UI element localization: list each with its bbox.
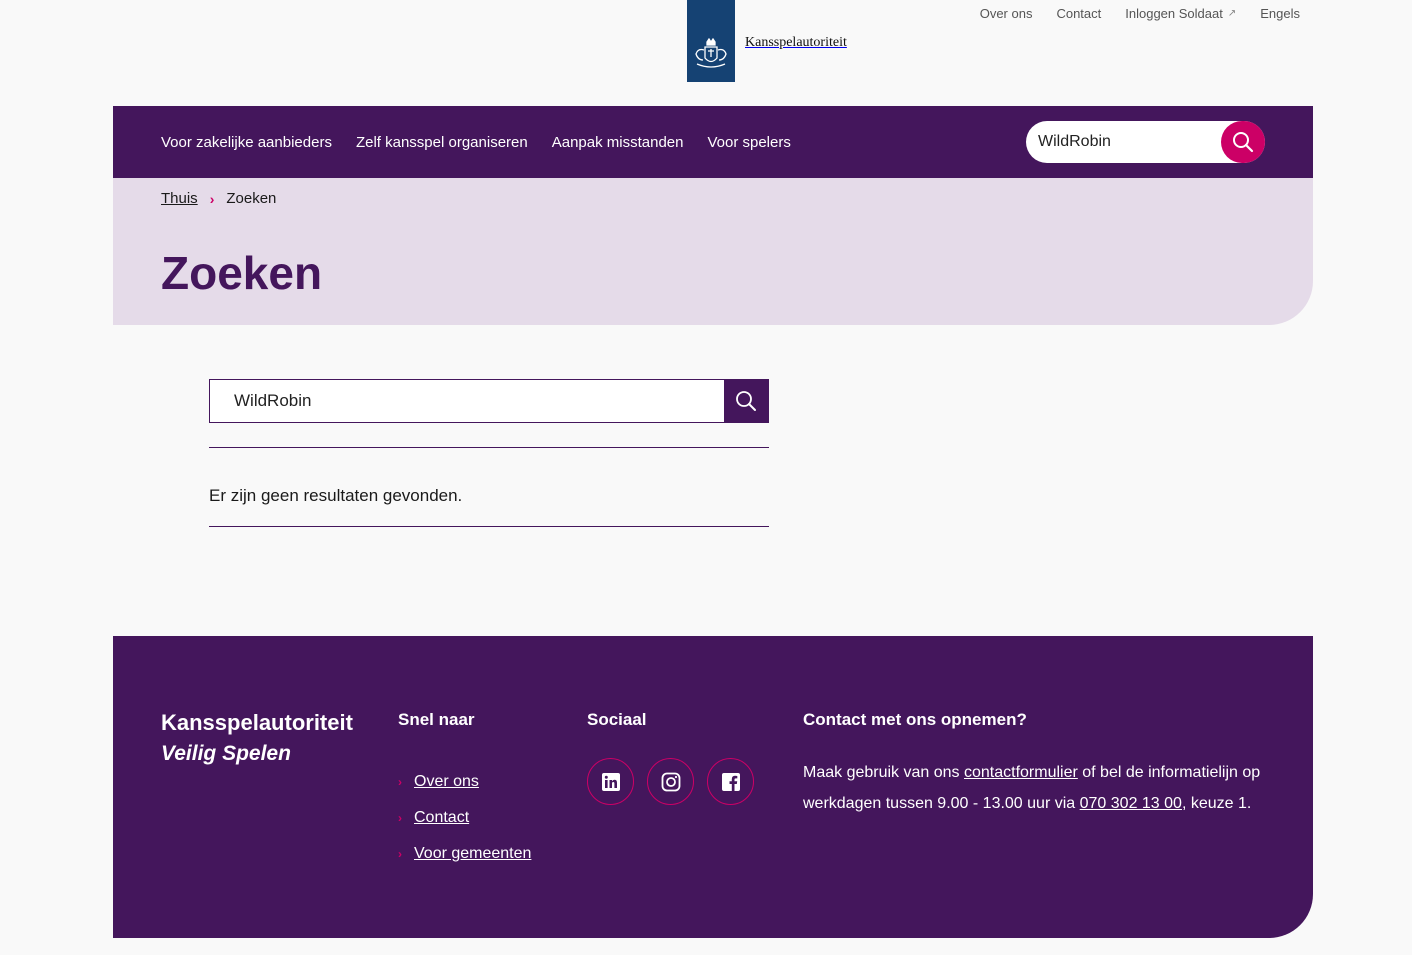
list-item: › Voor gemeenten: [398, 836, 531, 872]
logo-wordmark: Kansspelautoriteit: [745, 35, 847, 50]
footer-brand-name: Kansspelautoriteit: [161, 710, 353, 735]
utility-link-engels[interactable]: Engels: [1260, 6, 1300, 21]
nav-item-aanpak-misstanden[interactable]: Aanpak misstanden: [552, 134, 684, 151]
search-icon: [1233, 132, 1254, 153]
site-footer: Kansspelautoriteit Veilig Spelen Snel na…: [113, 636, 1313, 938]
utility-link-inloggen-soldaat[interactable]: Inloggen Soldaat ↗: [1125, 6, 1236, 21]
facebook-icon: [721, 772, 740, 791]
linkedin-icon: [601, 772, 620, 791]
nav-item-zakelijke-aanbieders[interactable]: Voor zakelijke aanbieders: [161, 134, 332, 151]
breadcrumb-current: Zoeken: [226, 190, 277, 207]
external-link-icon: ↗: [1227, 8, 1237, 19]
footer-brand: Kansspelautoriteit Veilig Spelen: [161, 710, 353, 766]
utility-link-over-ons[interactable]: Over ons: [980, 6, 1033, 21]
header-search-input[interactable]: [1026, 133, 1216, 151]
breadcrumb-home[interactable]: Thuis: [161, 190, 198, 207]
search-submit-button[interactable]: [724, 380, 768, 422]
page-hero: Thuis › Zoeken Zoeken: [113, 178, 1313, 325]
utility-link-contact[interactable]: Contact: [1056, 6, 1101, 21]
social-facebook-button[interactable]: [707, 758, 754, 805]
chevron-right-icon: ›: [398, 847, 402, 861]
footer-link-contact[interactable]: Contact: [414, 809, 469, 827]
chevron-right-icon: ›: [398, 811, 402, 825]
footer-contact-heading: Contact met ons opnemen?: [803, 710, 1027, 729]
site-logo[interactable]: Kansspelautoriteit: [687, 0, 847, 82]
instagram-icon: [661, 772, 680, 791]
footer-link-over-ons[interactable]: Over ons: [414, 773, 479, 791]
contact-text-pre: Maak gebruik van ons: [803, 764, 964, 781]
chevron-right-icon: ›: [209, 190, 215, 207]
footer-contact-text: Maak gebruik van ons contactformulier of…: [803, 758, 1273, 819]
social-linkedin-button[interactable]: [587, 758, 634, 805]
list-item: › Over ons: [398, 764, 531, 800]
footer-social-heading: Sociaal: [587, 710, 647, 729]
contact-form-link[interactable]: contactformulier: [964, 764, 1078, 781]
search-form: [209, 379, 769, 423]
search-icon: [736, 391, 756, 411]
footer-link-voor-gemeenten[interactable]: Voor gemeenten: [414, 845, 531, 863]
coat-of-arms-icon: [687, 0, 735, 82]
contact-phone-link[interactable]: 070 302 13 00: [1080, 795, 1182, 812]
chevron-right-icon: ›: [398, 775, 402, 789]
header-search: [1026, 121, 1265, 163]
footer-quick-heading: Snel naar: [398, 710, 475, 729]
results-divider-bottom: [209, 526, 769, 527]
footer-quick-links: › Over ons › Contact › Voor gemeenten: [398, 764, 531, 872]
page-title: Zoeken: [161, 247, 323, 299]
nav-item-zelf-kansspel[interactable]: Zelf kansspel organiseren: [356, 134, 528, 151]
no-results-message: Er zijn geen resultaten gevonden.: [209, 486, 463, 505]
search-input[interactable]: [210, 380, 724, 422]
utility-link-inloggen-label: Inloggen Soldaat: [1125, 6, 1223, 21]
breadcrumb: Thuis › Zoeken: [161, 190, 276, 207]
list-item: › Contact: [398, 800, 531, 836]
footer-brand-tagline: Veilig Spelen: [161, 742, 291, 765]
contact-text-post: , keuze 1.: [1181, 794, 1252, 812]
social-links: [587, 758, 754, 805]
main-nav: Voor zakelijke aanbieders Zelf kansspel …: [113, 106, 1313, 178]
utility-nav: Over ons Contact Inloggen Soldaat ↗ Enge…: [980, 6, 1300, 21]
nav-item-voor-spelers[interactable]: Voor spelers: [707, 134, 790, 151]
social-instagram-button[interactable]: [647, 758, 694, 805]
results-divider-top: [209, 447, 769, 448]
header-search-button[interactable]: [1221, 121, 1265, 163]
